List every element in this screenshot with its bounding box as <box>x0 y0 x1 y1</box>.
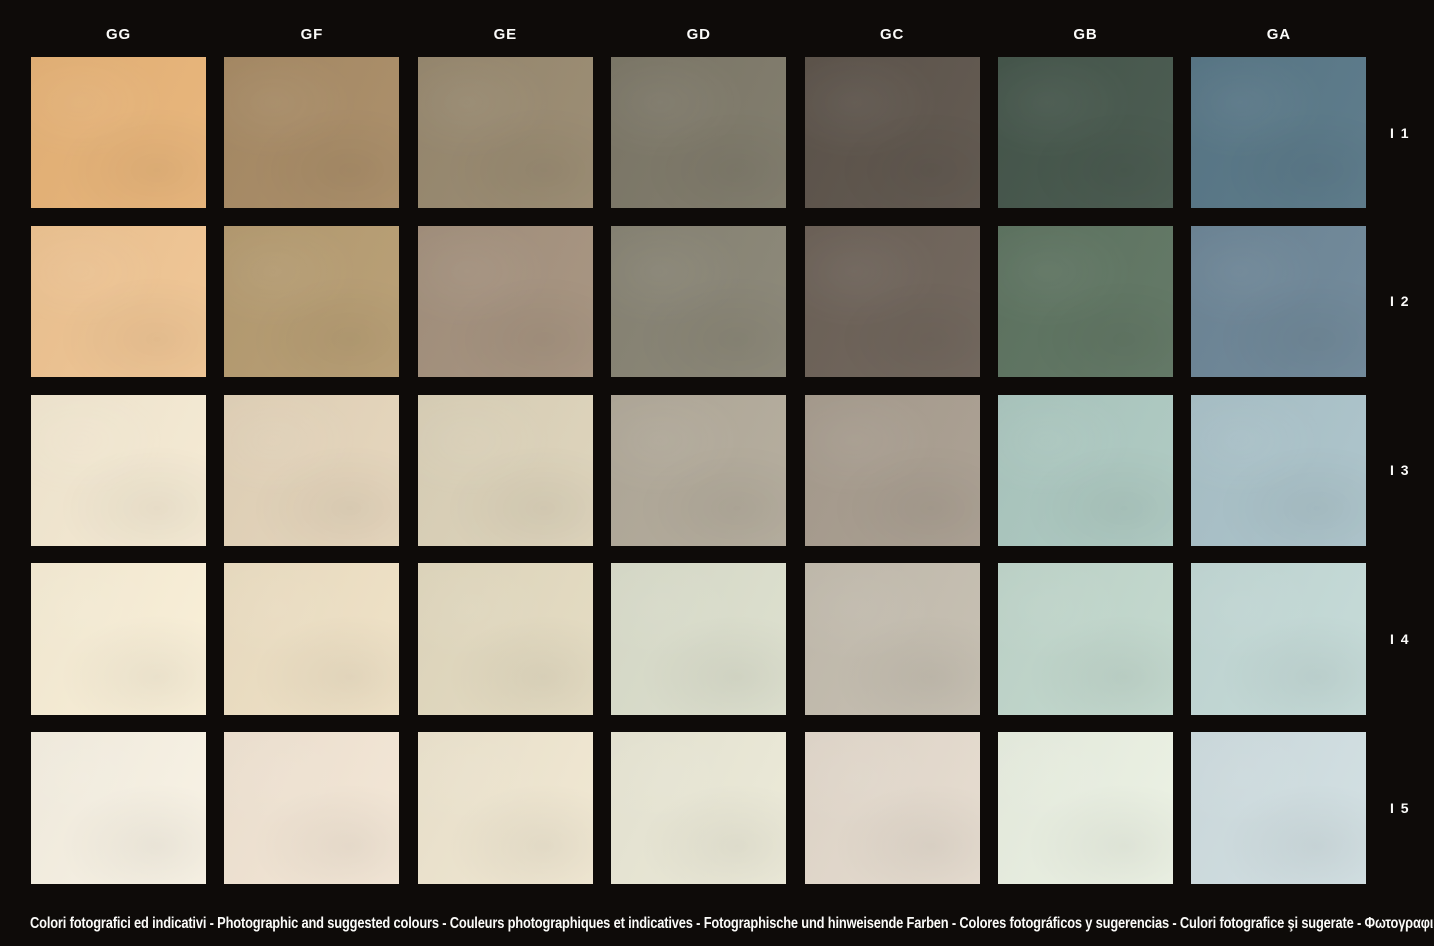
row-label-i5: I 5 <box>1366 732 1434 883</box>
swatch-ge-i1 <box>418 57 593 208</box>
swatch-gf-i5 <box>224 732 399 883</box>
swatch-ga-i1 <box>1191 57 1366 208</box>
column-headers: GG GF GE GD GC GB GA <box>31 26 1366 43</box>
column-header-gf: GF <box>224 26 399 43</box>
swatch-gd-i3 <box>611 395 786 546</box>
swatch-gc-i2 <box>805 226 980 377</box>
swatch-gc-i4 <box>805 563 980 714</box>
row-labels: I 1 I 2 I 3 I 4 I 5 <box>1366 57 1434 884</box>
swatch-gf-i3 <box>224 395 399 546</box>
swatch-gd-i5 <box>611 732 786 883</box>
swatch-gf-i4 <box>224 563 399 714</box>
swatch-ge-i4 <box>418 563 593 714</box>
column-header-ga: GA <box>1191 26 1366 43</box>
swatch-gc-i3 <box>805 395 980 546</box>
swatch-gg-i5 <box>31 732 206 883</box>
swatch-ge-i3 <box>418 395 593 546</box>
row-label-i3: I 3 <box>1366 395 1434 546</box>
swatch-grid <box>31 57 1366 884</box>
row-label-i4: I 4 <box>1366 563 1434 714</box>
column-header-gg: GG <box>31 26 206 43</box>
swatch-gd-i2 <box>611 226 786 377</box>
swatch-gd-i4 <box>611 563 786 714</box>
swatch-gg-i1 <box>31 57 206 208</box>
swatch-ge-i5 <box>418 732 593 883</box>
swatch-gd-i1 <box>611 57 786 208</box>
column-header-gd: GD <box>611 26 786 43</box>
swatch-gb-i3 <box>998 395 1173 546</box>
column-header-ge: GE <box>418 26 593 43</box>
swatch-gg-i4 <box>31 563 206 714</box>
swatch-gb-i2 <box>998 226 1173 377</box>
swatch-gb-i5 <box>998 732 1173 883</box>
swatch-gb-i1 <box>998 57 1173 208</box>
row-label-i1: I 1 <box>1366 57 1434 208</box>
color-chart-page: GG GF GE GD GC GB GA I 1 I 2 I 3 I 4 I 5 Colori fo… <box>0 0 1434 946</box>
row-label-i2: I 2 <box>1366 226 1434 377</box>
column-header-gc: GC <box>805 26 980 43</box>
swatch-gg-i3 <box>31 395 206 546</box>
swatch-gb-i4 <box>998 563 1173 714</box>
swatch-gf-i1 <box>224 57 399 208</box>
swatch-ga-i2 <box>1191 226 1366 377</box>
swatch-gg-i2 <box>31 226 206 377</box>
swatch-gc-i5 <box>805 732 980 883</box>
swatch-ga-i5 <box>1191 732 1366 883</box>
swatch-ga-i3 <box>1191 395 1366 546</box>
caption-text: Colori fotografici ed indicativi - Photo… <box>30 915 1434 933</box>
swatch-gc-i1 <box>805 57 980 208</box>
swatch-ga-i4 <box>1191 563 1366 714</box>
swatch-ge-i2 <box>418 226 593 377</box>
column-header-gb: GB <box>998 26 1173 43</box>
swatch-gf-i2 <box>224 226 399 377</box>
